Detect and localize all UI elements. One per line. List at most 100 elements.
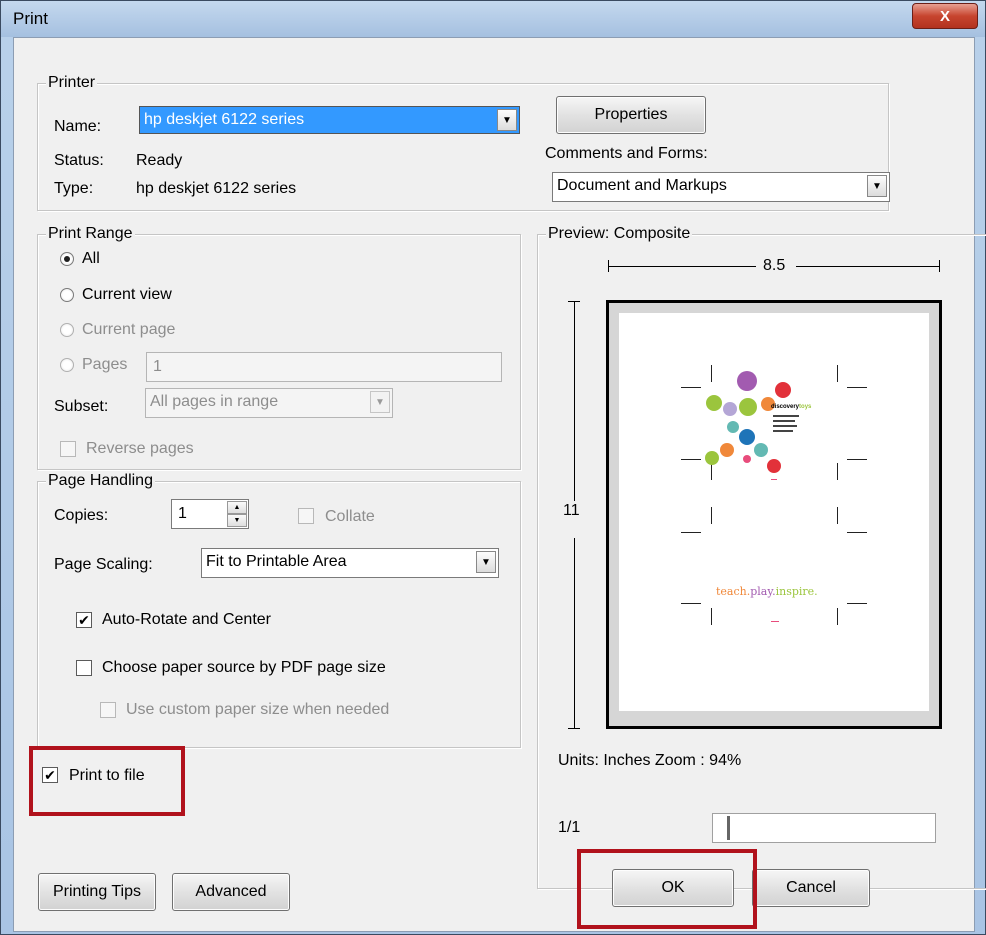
copies-label: Copies:	[54, 507, 109, 524]
radio-all[interactable]	[60, 252, 74, 266]
logo-dot	[720, 443, 734, 457]
close-icon: X	[939, 7, 950, 25]
dialog-body: Printer Name: hp deskjet 6122 series ▼ S…	[13, 37, 986, 932]
logo-dot	[739, 398, 757, 416]
custom-paper-label: Use custom paper size when needed	[126, 701, 390, 718]
crop-mark	[847, 603, 867, 604]
spin-down-icon[interactable]: ▼	[227, 514, 247, 527]
chevron-down-icon[interactable]: ▼	[867, 175, 887, 197]
pages-input[interactable]: 1	[146, 352, 502, 382]
comments-forms-value: Document and Markups	[557, 177, 727, 194]
cancel-button[interactable]: Cancel	[752, 869, 870, 907]
logo-dot	[727, 421, 739, 433]
crop-mark	[681, 459, 701, 460]
logo-dot	[775, 382, 791, 398]
crop-mark	[681, 387, 701, 388]
logo-dot	[723, 402, 737, 416]
reverse-pages-checkbox[interactable]	[60, 441, 76, 457]
radio-current-page[interactable]	[60, 323, 74, 337]
comments-forms-select[interactable]: Document and Markups ▼	[552, 172, 890, 202]
radio-current-view[interactable]	[60, 288, 74, 302]
logo-word-accent: toys	[799, 404, 812, 410]
page-scaling-value: Fit to Printable Area	[206, 553, 347, 570]
printer-type-label: Type:	[54, 180, 94, 197]
page-scaling-label: Page Scaling:	[54, 556, 153, 573]
auto-rotate-label: Auto-Rotate and Center	[102, 611, 271, 628]
dimension-line	[574, 301, 575, 501]
dimension-tick	[568, 728, 580, 729]
pages-input-value: 1	[153, 358, 162, 375]
subset-value: All pages in range	[150, 393, 279, 410]
page-mark	[771, 621, 779, 622]
title-bar: Print X	[1, 1, 985, 37]
radio-pages[interactable]	[60, 358, 74, 372]
logo-text-line	[773, 420, 795, 422]
logo-dot	[743, 455, 751, 463]
crop-mark	[711, 365, 712, 382]
copies-value: 1	[178, 505, 187, 522]
check-icon: ✔	[78, 612, 90, 628]
printable-area: discoverytoys teach.play.inspire.	[619, 313, 929, 711]
printer-status-value: Ready	[136, 152, 183, 169]
advanced-button[interactable]: Advanced	[172, 873, 290, 911]
slider-thumb[interactable]	[727, 816, 730, 840]
collate-checkbox[interactable]	[298, 508, 314, 524]
page-handling-legend: Page Handling	[46, 471, 155, 491]
radio-pages-label: Pages	[82, 356, 128, 373]
logo-dot	[739, 429, 755, 445]
crop-mark	[711, 608, 712, 625]
chevron-down-icon[interactable]: ▼	[497, 109, 517, 131]
tagline-inspire: inspire.	[775, 585, 818, 598]
width-label: 8.5	[763, 257, 786, 274]
logo-dot	[737, 371, 757, 391]
logo-text-line	[773, 425, 797, 427]
dimension-line	[796, 266, 939, 267]
auto-rotate-checkbox[interactable]: ✔	[76, 612, 92, 628]
logo-word-primary: discovery	[771, 404, 800, 410]
units-zoom-text: Units: Inches Zoom : 94%	[558, 752, 742, 769]
collate-label: Collate	[325, 508, 375, 525]
dimension-line	[608, 266, 756, 267]
printer-name-select[interactable]: hp deskjet 6122 series ▼	[139, 106, 520, 134]
properties-button[interactable]: Properties	[556, 96, 706, 134]
close-button[interactable]: X	[912, 3, 978, 29]
window-title: Print	[13, 9, 48, 28]
logo-text-line	[773, 415, 799, 417]
printer-status-label: Status:	[54, 152, 104, 169]
logo-wordmark: discoverytoys	[771, 404, 811, 411]
crop-mark	[837, 608, 838, 625]
chevron-down-icon[interactable]: ▼	[476, 551, 496, 573]
logo-dot	[705, 451, 719, 465]
subset-select[interactable]: All pages in range ▼	[145, 388, 393, 418]
preview-group: Preview: Composite 8.5 11 discoverytoys …	[537, 224, 986, 889]
print-dialog: Print X Printer Name: hp deskjet 6122 se…	[0, 0, 986, 935]
paper-source-label: Choose paper source by PDF page size	[102, 659, 386, 676]
custom-paper-checkbox[interactable]	[100, 702, 116, 718]
reverse-pages-label: Reverse pages	[86, 440, 194, 457]
width-dimension: 8.5	[608, 256, 940, 276]
print-range-group: Print Range All Current view Current pag…	[37, 224, 521, 470]
logo-text-line	[773, 430, 793, 432]
printer-legend: Printer	[46, 73, 98, 93]
crop-mark	[847, 387, 867, 388]
print-to-file-highlight	[29, 746, 185, 816]
printer-name-label: Name:	[54, 118, 102, 135]
printing-tips-button[interactable]: Printing Tips	[38, 873, 156, 911]
dimension-tick	[939, 260, 940, 272]
subset-label: Subset:	[54, 398, 109, 415]
copies-stepper[interactable]: 1 ▲ ▼	[171, 499, 249, 529]
height-label: 11	[563, 502, 580, 519]
logo-dot	[706, 395, 722, 411]
crop-mark	[681, 603, 701, 604]
page-scaling-select[interactable]: Fit to Printable Area ▼	[201, 548, 499, 578]
tagline: teach.play.inspire.	[716, 585, 818, 599]
preview-legend: Preview: Composite	[546, 224, 693, 244]
page-slider[interactable]	[712, 813, 936, 843]
paper-source-checkbox[interactable]	[76, 660, 92, 676]
preview-paper: discoverytoys teach.play.inspire.	[606, 300, 942, 729]
chevron-down-icon[interactable]: ▼	[370, 391, 390, 413]
logo-dot	[767, 459, 781, 473]
radio-current-page-label: Current page	[82, 321, 176, 338]
printer-group: Printer Name: hp deskjet 6122 series ▼ S…	[37, 73, 890, 211]
spin-up-icon[interactable]: ▲	[227, 501, 247, 514]
